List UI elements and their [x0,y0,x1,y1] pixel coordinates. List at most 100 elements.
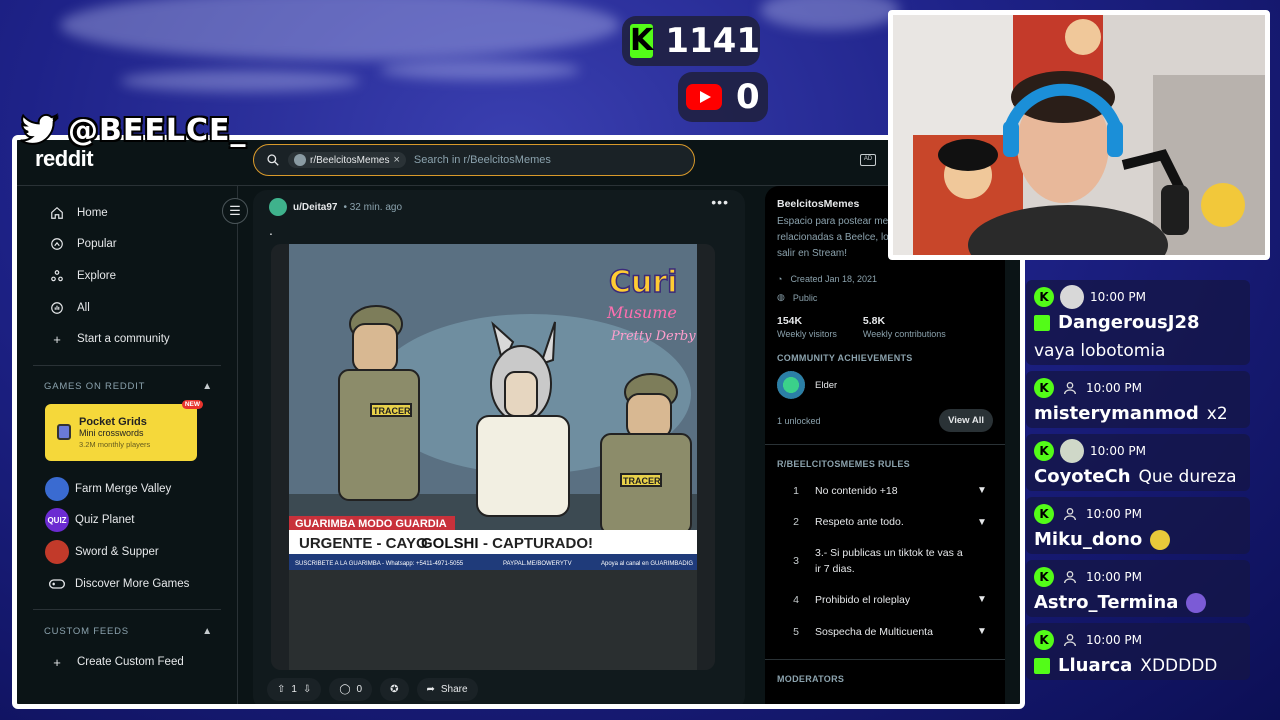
rule-item[interactable]: 3 3.- Si publicas un tiktok te vas a ir … [777,538,993,584]
chip-close-icon[interactable]: × [393,154,399,166]
downvote-icon[interactable]: ⇩ [303,684,311,695]
ticker-3: Apoya al canal en GUARIMBADIG [601,561,693,567]
stat-weekly-visitors: 154K Weekly visitors [777,315,837,339]
kick-badge-icon: K [1034,378,1054,398]
game-label: Sword & Supper [75,545,159,558]
post-meta: u/Deita97 • 32 min. ago [269,198,402,216]
subreddit-chip[interactable]: r/BeelcitosMemes × [288,152,406,168]
subreddit-avatar [294,154,306,166]
custom-feeds-header[interactable]: CUSTOM FEEDS ▲ [17,616,237,646]
rule-number: 1 [793,484,799,497]
discover-more-games[interactable]: Discover More Games [17,568,237,600]
post-author[interactable]: u/Deita97 [293,202,337,213]
game-farm-merge-valley[interactable]: Farm Merge Valley [17,473,237,505]
stat-weekly-contributions: 5.8K Weekly contributions [863,315,946,339]
games-section-header[interactable]: GAMES ON REDDIT ▲ [17,372,237,402]
author-avatar[interactable] [269,198,287,216]
chat-username: misterymanmod [1034,403,1199,424]
game-label: Farm Merge Valley [75,482,172,495]
chat-username: Astro_Termina [1034,592,1179,613]
search-input[interactable] [413,154,674,166]
share-button[interactable]: ➦ Share [416,678,478,701]
kick-badge-icon: K [1034,441,1054,461]
main-nav: Home Popular Explore All + Start a commu… [17,197,237,355]
chat-username: Lluarca [1058,655,1133,676]
advertise-icon[interactable]: AD [860,154,876,166]
chat-time: 10:00 PM [1090,290,1146,304]
nav-explore[interactable]: Explore [17,260,237,292]
chat-message: K 10:00 PM DangerousJ28 vaya lobotomia [1026,280,1250,365]
divider [765,444,1005,445]
user-icon [1060,504,1080,524]
youtube-logo-icon [686,84,722,110]
cake-icon: ◔ [777,274,783,284]
comments-button[interactable]: ◯ 0 [329,678,373,701]
popular-icon [49,236,65,252]
kick-count: 1141 [665,21,760,61]
featured-game-subtitle: Mini crosswords [79,427,144,438]
nav-start-community[interactable]: + Start a community [17,323,237,355]
user-icon [1060,567,1080,587]
nav-all[interactable]: All [17,292,237,324]
collapse-sidebar-button[interactable]: ☰ [222,198,248,224]
chat-text: Que dureza [1138,466,1237,487]
create-custom-feed[interactable]: + Create Custom Feed [17,646,237,678]
vote-control: ⇧ 1 ⇩ [267,678,322,701]
nav-explore-label: Explore [77,269,116,282]
ghost-emote-icon [1186,592,1207,613]
chat-text: x2 [1206,403,1228,424]
rule-item[interactable]: 1 No contenido +18 ▼ [777,475,993,507]
chevron-down-icon: ▼ [977,516,987,528]
post-image[interactable]: Curi Musume Pretty Derby GUARIMBA MODO G… [271,244,715,670]
rule-number: 3 [793,555,799,568]
smirk-emote-icon [1150,529,1171,550]
game-sword-supper[interactable]: Sword & Supper [17,536,237,568]
background-cloud [380,60,580,80]
rule-item[interactable]: 2 Respeto ante todo. ▼ [777,507,993,539]
stat-value: 154K [777,315,803,327]
award-icon: ✪ [390,684,399,695]
streamer-webcam [888,10,1270,260]
moderators-heading: MODERATORS [777,674,845,685]
achievement-row[interactable]: Elder [777,371,993,399]
kick-follower-counter: K 1141 [622,16,760,66]
kick-badge-icon: K [1034,287,1054,307]
chat-time: 10:00 PM [1086,381,1142,395]
nav-popular[interactable]: Popular [17,229,237,261]
kick-badge-icon: K [1034,567,1054,587]
post-title[interactable]: . [269,222,273,238]
post-card: u/Deita97 • 32 min. ago ••• . Curi Musum… [253,186,745,704]
youtube-counter: 0 [678,72,768,122]
nav-home[interactable]: Home [17,197,237,229]
rule-item[interactable]: 5 Sospecha de Multicuenta ▼ [777,616,993,648]
banner-main-left: URGENTE - CAYO [299,535,428,552]
subreddit-chip-label: r/BeelcitosMemes [310,154,390,166]
award-button[interactable]: ✪ [380,678,409,701]
comment-count: 0 [356,684,363,695]
game-quiz-planet[interactable]: QUIZ Quiz Planet [17,505,237,537]
kick-badge-icon: K [1034,504,1054,524]
vest-label-right: TRACER [623,476,661,486]
banner-main-name: GOLSHI [421,535,479,552]
rule-text: 3.- Si publicas un tiktok te vas a ir 7 … [815,547,963,576]
chat-username: CoyoteCh [1034,466,1131,487]
achievements-heading: COMMUNITY ACHIEVEMENTS [777,353,913,363]
rule-number: 4 [793,593,799,606]
search-bar[interactable]: r/BeelcitosMemes × [253,144,695,176]
divider [765,659,1005,661]
chat-text: vaya lobotomia [1034,341,1166,361]
home-icon [49,205,65,221]
games-section-title: GAMES ON REDDIT [44,381,146,393]
new-badge: NEW [181,399,203,409]
featured-game-card[interactable]: NEW Pocket Grids Mini crosswords 3.2M mo… [45,399,203,461]
ticker-1: SUSCRIBETE A LA GUARIMBA - Whatsapp: +54… [295,561,464,567]
chat-username: Miku_dono [1034,529,1143,550]
more-options-icon[interactable]: ••• [711,194,729,210]
community-visibility: ◍ Public [777,292,993,303]
upvote-icon[interactable]: ⇧ [277,684,285,695]
rule-item[interactable]: 4 Prohibido el roleplay ▼ [777,584,993,616]
view-all-button[interactable]: View All [939,409,993,432]
quiz-planet-thumb: QUIZ [45,508,69,533]
user-avatar [1060,285,1084,309]
meme-image: Curi Musume Pretty Derby GUARIMBA MODO G… [271,244,715,670]
